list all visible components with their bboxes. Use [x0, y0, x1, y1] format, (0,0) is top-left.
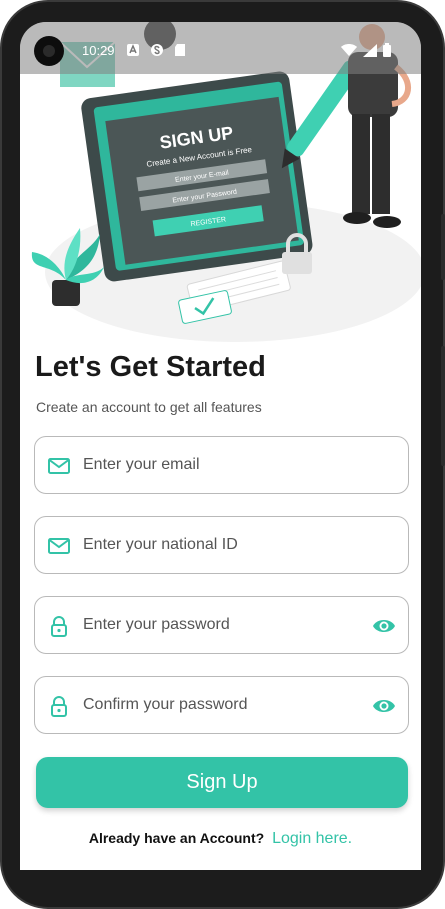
notification-s-icon — [151, 44, 163, 56]
password-field[interactable]: Enter your password — [34, 596, 409, 654]
email-field[interactable]: Enter your email — [34, 436, 409, 494]
login-prompt: Already have an Account? Login here. — [20, 830, 421, 848]
phone-frame: SIGN UP Create a New Account is Free Ent… — [0, 0, 445, 909]
front-camera — [34, 36, 64, 66]
wifi-icon — [341, 43, 357, 56]
login-question: Already have an Account? — [88, 830, 265, 846]
sign-up-button[interactable]: Sign Up — [36, 757, 408, 808]
battery-icon — [383, 43, 391, 57]
email-placeholder: Enter your email — [83, 456, 200, 473]
system-icons — [341, 43, 391, 57]
sd-card-icon — [175, 44, 185, 56]
page-subtitle: Create an account to get all features — [36, 399, 262, 415]
eye-icon[interactable] — [372, 696, 396, 716]
page-title: Let's Get Started — [35, 351, 266, 383]
confirm-password-placeholder: Confirm your password — [83, 696, 248, 713]
power-button — [441, 214, 445, 280]
notification-icons — [126, 43, 186, 57]
national-id-placeholder: Enter your national ID — [83, 536, 238, 553]
notification-a-icon — [127, 44, 139, 56]
mail-icon — [48, 458, 70, 474]
national-id-field[interactable]: Enter your national ID — [34, 516, 409, 574]
volume-button — [441, 346, 445, 466]
login-link[interactable]: Login here. — [272, 830, 352, 847]
password-placeholder: Enter your password — [83, 616, 230, 633]
status-bar: 10:29 — [20, 22, 421, 74]
lock-icon — [51, 696, 67, 717]
mail-icon — [48, 538, 70, 554]
status-time: 10:29 — [82, 43, 115, 58]
confirm-password-field[interactable]: Confirm your password — [34, 676, 409, 734]
eye-icon[interactable] — [372, 616, 396, 636]
signal-icon — [363, 43, 377, 57]
lock-icon — [51, 616, 67, 637]
app-screen: SIGN UP Create a New Account is Free Ent… — [20, 22, 421, 870]
